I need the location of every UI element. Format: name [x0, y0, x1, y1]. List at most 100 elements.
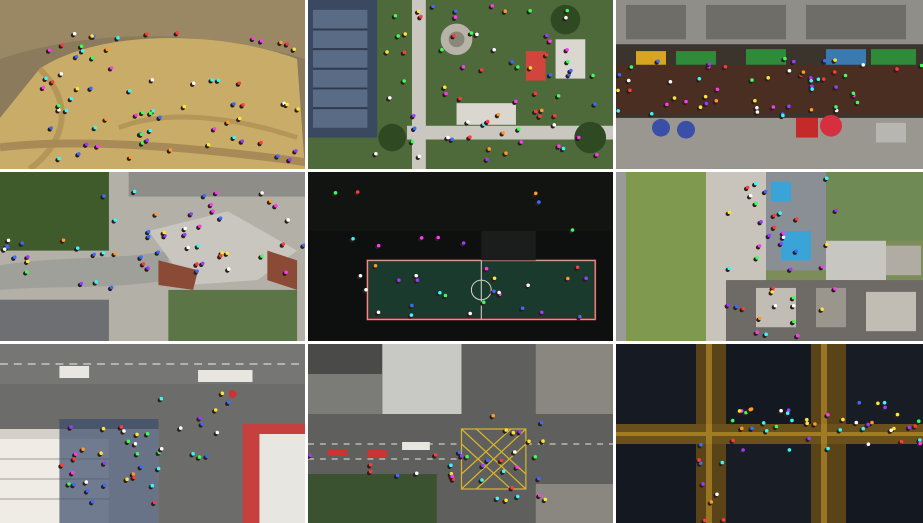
- detection-marker: [457, 450, 462, 454]
- detection-marker: [132, 475, 136, 479]
- detection-marker: [566, 276, 570, 281]
- detection-marker: [113, 251, 117, 256]
- detection-marker: [214, 190, 219, 195]
- detection-marker: [697, 77, 702, 81]
- detection-marker: [779, 408, 783, 413]
- detection-marker: [49, 126, 53, 130]
- detection-marker: [537, 476, 541, 481]
- detection-marker: [861, 426, 865, 431]
- detection-marker: [226, 267, 231, 271]
- detection-marker: [533, 91, 538, 96]
- detection-marker: [410, 303, 414, 308]
- detection-marker: [374, 152, 378, 156]
- detection-marker: [899, 439, 904, 444]
- detection-marker: [145, 32, 149, 36]
- detection-marker: [774, 424, 779, 429]
- detection-marker: [195, 269, 199, 273]
- detection-marker: [281, 242, 286, 246]
- detection-marker: [490, 4, 495, 8]
- detection-marker: [737, 409, 742, 413]
- detection-marker: [748, 407, 753, 412]
- detection-marker: [44, 76, 48, 81]
- detection-marker: [792, 319, 796, 324]
- detection-marker: [484, 266, 489, 271]
- tile-night-intersection-scene: [616, 344, 923, 523]
- detection-marker: [79, 281, 84, 286]
- detection-marker: [61, 238, 66, 242]
- detection-marker: [403, 32, 408, 36]
- detection-marker: [241, 103, 245, 107]
- detection-marker: [480, 478, 484, 482]
- detection-marker: [917, 419, 921, 423]
- detection-marker: [102, 483, 107, 488]
- detection-marker: [764, 332, 768, 337]
- detection-marker: [202, 194, 207, 198]
- detection-marker: [259, 140, 263, 145]
- detection-marker: [731, 438, 735, 443]
- detection-marker: [368, 463, 373, 467]
- detection-marker: [616, 88, 620, 93]
- detection-marker: [355, 190, 360, 194]
- detection-marker: [288, 157, 292, 162]
- detection-marker: [855, 100, 860, 105]
- detection-marker: [454, 9, 458, 13]
- detection-marker: [109, 66, 114, 70]
- detection-marker: [285, 102, 289, 107]
- detection-marker: [758, 316, 762, 321]
- detection-marker: [548, 39, 552, 43]
- detection-marker: [517, 127, 521, 131]
- detection-marker: [754, 181, 758, 186]
- detection-marker: [565, 47, 569, 52]
- detection-marker: [826, 446, 830, 451]
- detection-marker: [821, 77, 826, 81]
- detection-marker: [285, 42, 290, 46]
- detection-marker: [412, 126, 417, 131]
- detection-marker: [703, 94, 708, 99]
- detection-marker: [727, 266, 731, 271]
- detection-marker: [823, 58, 827, 63]
- detection-marker: [889, 428, 893, 433]
- detection-marker: [824, 176, 829, 181]
- detection-marker: [561, 146, 566, 151]
- detection-marker: [761, 421, 766, 425]
- detection-marker: [128, 155, 133, 160]
- detection-marker: [260, 191, 264, 195]
- detection-marker: [771, 286, 775, 290]
- detection-marker: [857, 400, 862, 405]
- detection-marker: [720, 460, 725, 465]
- detection-marker: [895, 412, 900, 417]
- tile-rooftops: [616, 172, 923, 344]
- detection-marker: [809, 78, 813, 83]
- detection-marker: [364, 287, 368, 292]
- detection-marker: [94, 280, 98, 284]
- detection-marker: [787, 68, 792, 73]
- detection-marker: [541, 439, 545, 443]
- detection-marker: [127, 89, 132, 93]
- detection-marker: [504, 498, 508, 503]
- detection-marker: [907, 425, 912, 430]
- detection-marker: [450, 137, 454, 142]
- detection-marker: [446, 135, 450, 140]
- detection-marker: [431, 4, 435, 9]
- detection-marker: [70, 471, 75, 475]
- detection-marker: [740, 426, 744, 431]
- detection-marker: [113, 218, 117, 222]
- detection-marker: [461, 241, 466, 245]
- detection-marker: [510, 486, 514, 490]
- detection-marker: [410, 139, 415, 144]
- detection-marker: [787, 104, 791, 109]
- detection-marker: [566, 59, 570, 64]
- detection-marker: [409, 313, 414, 317]
- detection-marker: [748, 194, 753, 198]
- detection-marker: [191, 452, 195, 456]
- detection-marker: [515, 494, 520, 499]
- detection-marker: [540, 108, 544, 113]
- detection-marker: [501, 469, 506, 474]
- detection-marker: [162, 230, 166, 235]
- detection-marker: [12, 255, 17, 259]
- detection-marker: [373, 263, 378, 268]
- detection-marker: [504, 151, 508, 155]
- detection-marker: [268, 199, 273, 203]
- detection-marker: [25, 259, 30, 264]
- detection-marker: [205, 454, 209, 458]
